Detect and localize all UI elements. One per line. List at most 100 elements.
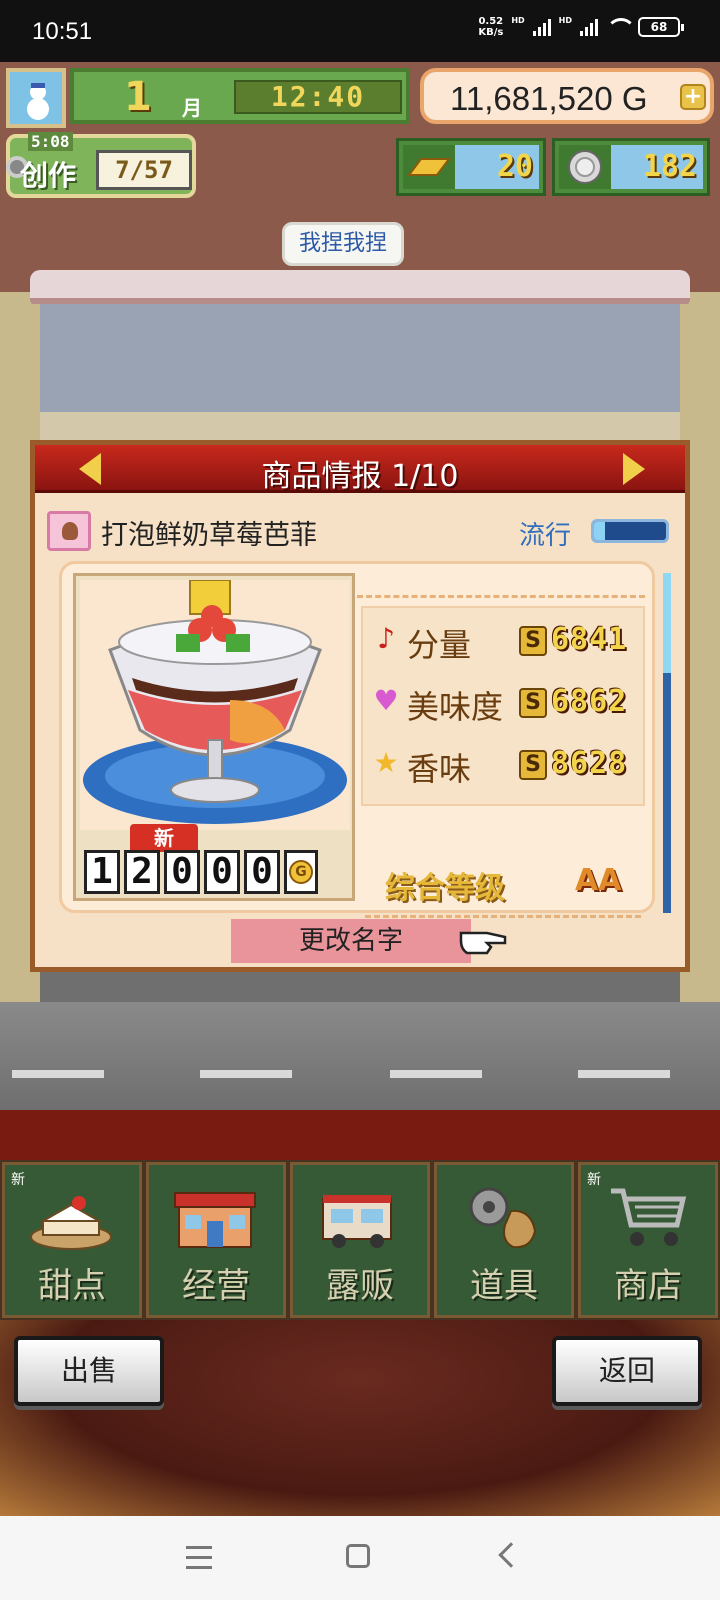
scrollbar-thumb[interactable] xyxy=(663,673,671,913)
stat-row-volume: ♪ 分量 S 6841 xyxy=(371,616,641,666)
stat-value: 6841 xyxy=(551,622,628,657)
gold-bar-counter: 20 xyxy=(396,138,546,196)
stats-box: ♪ 分量 S 6841 ♥ 美味度 S 6862 ★ 香味 S 8628 xyxy=(361,606,645,806)
divider xyxy=(365,915,641,918)
money-amount: 11,681,520 xyxy=(450,80,613,117)
overall-grade-value: AA xyxy=(575,863,622,898)
product-image-frame: 新 1 2 0 0 0 G xyxy=(73,573,355,901)
status-time: 10:51 xyxy=(32,18,93,45)
date-panel: 1 月 12:40 xyxy=(70,68,410,124)
menu-nav-icon[interactable] xyxy=(186,1546,214,1569)
menu-item-dessert[interactable]: 新 甜点 xyxy=(2,1162,142,1318)
road-dash xyxy=(12,1070,104,1078)
battery-level: 68 xyxy=(650,20,668,34)
menu-item-store[interactable]: 新 商店 xyxy=(578,1162,718,1318)
signal-icon xyxy=(532,18,551,36)
stat-label: 香味 xyxy=(407,750,472,788)
product-name: 打泡鲜奶草莓芭菲 xyxy=(101,520,317,551)
stat-row-taste: ♥ 美味度 S 6862 xyxy=(371,678,641,728)
battery-icon: 68 xyxy=(638,17,684,37)
stat-grade-badge: S xyxy=(519,750,547,780)
gold-bar-icon xyxy=(403,145,455,189)
product-info-panel: 商品情报 1/10 打泡鲜奶草莓芭菲 流行 新 1 2 0 0 0 G ♪ 分量… xyxy=(30,440,690,972)
month-value: 1 xyxy=(124,74,152,120)
cake-icon xyxy=(30,1196,112,1250)
price-unit: G xyxy=(289,860,313,884)
menu-item-items[interactable]: 道具 xyxy=(434,1162,574,1318)
net-speed-unit: KB/s xyxy=(478,27,504,38)
new-badge: 新 xyxy=(587,1172,601,1188)
money-value: 11,681,520 G xyxy=(450,80,648,118)
new-badge: 新 xyxy=(11,1172,25,1188)
price-digit: 0 xyxy=(244,850,280,894)
coin-icon xyxy=(559,145,611,189)
hd-label-2: HD xyxy=(558,16,572,25)
gold-currency-icon: G xyxy=(284,850,318,894)
star-icon: ★ xyxy=(373,746,399,779)
new-badge: 新 xyxy=(130,824,198,852)
money-unit: G xyxy=(621,80,648,117)
shop-icon xyxy=(174,1192,256,1248)
sell-button[interactable]: 出售 xyxy=(14,1336,164,1406)
product-category-icon xyxy=(47,511,91,551)
shopping-cart-icon xyxy=(611,1188,687,1246)
heart-icon: ♥ xyxy=(373,684,399,717)
panel-header: 商品情报 1/10 xyxy=(35,445,685,494)
wifi-icon xyxy=(606,18,636,36)
price-digit: 0 xyxy=(204,850,240,894)
trend-label: 流行 xyxy=(519,521,572,551)
game-clock: 12:40 xyxy=(234,80,402,114)
home-nav-icon[interactable] xyxy=(346,1544,370,1568)
menu-label: 露贩 xyxy=(326,1266,394,1306)
price-digit: 0 xyxy=(164,850,200,894)
stat-value: 8628 xyxy=(551,746,628,781)
stat-value: 6862 xyxy=(551,684,628,719)
gold-bar-count: 20 xyxy=(455,145,539,189)
stat-label: 分量 xyxy=(407,626,472,664)
stat-grade-badge: S xyxy=(519,688,547,718)
navigation-bar xyxy=(0,1516,720,1600)
back-button[interactable]: 返回 xyxy=(552,1336,702,1406)
pointing-hand-icon xyxy=(459,931,507,955)
stats-panel: ♪ 分量 S 6841 ♥ 美味度 S 6862 ★ 香味 S 8628 xyxy=(357,595,645,831)
scene-roof xyxy=(30,270,690,304)
create-panel[interactable]: 5:08 创作 7/57 xyxy=(6,132,196,198)
coin-count: 182 xyxy=(611,145,703,189)
price-digit: 1 xyxy=(84,850,120,894)
stat-label: 美味度 xyxy=(407,688,504,726)
menu-item-management[interactable]: 经营 xyxy=(146,1162,286,1318)
trend-bar xyxy=(591,519,669,543)
menu-item-street-vending[interactable]: 露贩 xyxy=(290,1162,430,1318)
road-dash xyxy=(200,1070,292,1078)
create-label: 创作 xyxy=(20,159,77,192)
player-avatar[interactable] xyxy=(6,68,66,128)
stat-grade-badge: S xyxy=(519,626,547,656)
create-timer: 5:08 xyxy=(28,132,73,151)
rename-button[interactable]: 更改名字 xyxy=(231,919,471,963)
net-speed-value: 0.52 xyxy=(478,16,504,27)
speech-bubble: 我捏我捏 xyxy=(282,222,404,266)
road-dash xyxy=(578,1070,670,1078)
back-nav-icon[interactable] xyxy=(498,1542,524,1568)
music-note-icon: ♪ xyxy=(377,622,395,655)
add-money-button[interactable]: + xyxy=(680,84,706,110)
game-screen: 1 月 12:40 11,681,520 G + 5:08 创作 7/57 20… xyxy=(0,62,720,1516)
price-display[interactable]: 1 2 0 0 0 G xyxy=(84,850,318,894)
road-dash xyxy=(390,1070,482,1078)
parfait-image xyxy=(80,580,350,830)
signal-icon-2 xyxy=(580,18,598,36)
hd-label: HD xyxy=(511,16,525,25)
status-bar: 10:51 0.52 KB/s HD HD 68 xyxy=(0,0,720,62)
status-icons: 0.52 KB/s HD HD 68 xyxy=(478,16,684,38)
main-menu: 新 甜点 经营 露贩 道具 新 商店 xyxy=(0,1160,720,1320)
month-unit: 月 xyxy=(182,96,202,120)
panel-title: 商品情报 1/10 xyxy=(261,459,459,494)
menu-label: 甜点 xyxy=(38,1266,106,1306)
next-arrow-icon[interactable] xyxy=(623,453,645,485)
trend-bar-fill xyxy=(594,522,605,540)
menu-label: 经营 xyxy=(182,1266,250,1306)
money-panel: 11,681,520 G + xyxy=(420,68,714,124)
scene-band xyxy=(0,1110,720,1160)
overall-grade-label: 综合等级 xyxy=(385,871,505,906)
menu-label: 道具 xyxy=(470,1266,538,1306)
